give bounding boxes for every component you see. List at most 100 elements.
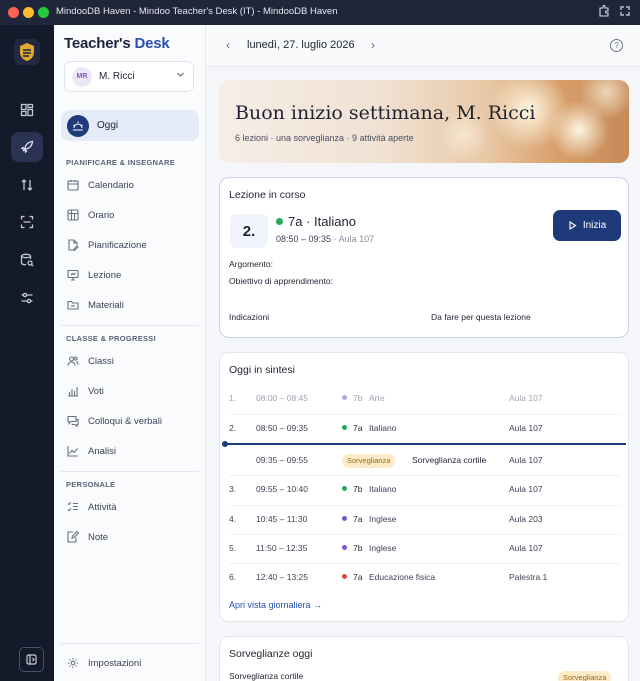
row-class: 7a [342, 505, 362, 534]
sidebar-item-planning[interactable]: Pianificazione [66, 235, 147, 255]
sidebar-item-analysis[interactable]: Analisi [66, 441, 116, 461]
supervision-card: Sorveglianze oggi Sorveglianza cortile S… [219, 636, 629, 681]
window-title: MindooDB Haven - Mindoo Teacher's Desk (… [56, 6, 338, 17]
sidebar-item-label: Voti [88, 385, 104, 397]
sidebar-item-label: Lezione [88, 269, 122, 281]
schedule-row[interactable]: 1. 08:00 – 08:45 7b Arte Aula 107 [220, 384, 630, 413]
sidebar-item-classes[interactable]: Classi [66, 351, 114, 371]
schedule-row[interactable]: 4. 10:45 – 11:30 7a Inglese Aula 203 [220, 505, 630, 534]
row-time: 10:45 – 11:30 [256, 514, 308, 524]
row-number: 2. [229, 423, 237, 433]
divider [229, 534, 621, 535]
start-lesson-button[interactable]: Inizia [553, 210, 621, 241]
minimize-window-button[interactable] [23, 7, 34, 18]
row-room: Palestra 1 [509, 572, 548, 582]
row-subject: Inglese [369, 543, 397, 553]
sidebar-item-label: Note [88, 531, 109, 543]
help-icon[interactable]: ? [610, 39, 623, 52]
expand-icon[interactable] [618, 5, 632, 19]
sidebar-item-tasks[interactable]: Attività [66, 497, 117, 517]
sidebar: Teacher's Desk MR M. Ricci Oggi PIANIFIC… [54, 25, 206, 681]
row-room: Aula 107 [509, 455, 543, 465]
section-heading-class: CLASSE & PROGRESSI [66, 334, 156, 343]
subject-color-dot [342, 545, 347, 550]
database-search-icon[interactable] [11, 245, 43, 275]
row-subject: Sorveglianza cortile [412, 455, 487, 465]
open-day-view-link[interactable]: Apri vista giornaliera → [229, 600, 322, 610]
previous-day-button[interactable]: ‹ [226, 38, 230, 52]
close-window-button[interactable] [8, 7, 19, 18]
sidebar-item-meetings[interactable]: Colloqui & verbali [66, 411, 162, 431]
zoom-window-button[interactable] [38, 7, 49, 18]
row-subject: Arte [369, 393, 385, 403]
sidebar-item-materials[interactable]: Materiali [66, 295, 124, 315]
row-room: Aula 107 [509, 423, 543, 433]
schedule-row[interactable]: 2. 08:50 – 09:35 7a Italiano Aula 107 [220, 414, 630, 443]
todo-label: Da fare per questa lezione [431, 312, 531, 322]
subject-color-dot [342, 395, 347, 400]
sidebar-item-grades[interactable]: Voti [66, 381, 104, 401]
schedule-row[interactable]: 6. 12:40 – 13:25 7a Educazione fisica Palest… [220, 563, 630, 592]
subject-color-dot [342, 574, 347, 579]
sidebar-item-calendar[interactable]: Calendario [66, 175, 134, 195]
play-icon [569, 221, 577, 230]
row-subject: Educazione fisica [369, 572, 436, 582]
avatar: MR [72, 66, 92, 87]
today-summary-card: Oggi in sintesi 1. 08:00 – 08:45 7b Arte Aul… [219, 352, 629, 622]
row-number: 3. [229, 484, 237, 494]
sync-arrows-icon[interactable] [11, 170, 43, 200]
sidebar-item-lesson[interactable]: Lezione [66, 265, 121, 285]
lesson-time: 08:50 – 09:35 · Aula 107 [276, 234, 375, 244]
note-pen-icon [66, 530, 80, 544]
sidebar-item-timetable[interactable]: Orario [66, 205, 114, 225]
sliders-icon[interactable] [11, 283, 43, 313]
document-pen-icon [66, 238, 80, 252]
sidebar-item-label: Colloqui & verbali [88, 415, 162, 427]
scan-icon[interactable] [11, 207, 43, 237]
row-class: 7a [342, 563, 362, 592]
supervision-item: Sorveglianza cortile [229, 671, 304, 681]
dashboard-icon[interactable] [11, 95, 43, 125]
chat-icon [66, 414, 80, 428]
sidebar-item-settings[interactable]: Impostazioni [66, 653, 141, 673]
folder-icon [66, 298, 80, 312]
current-time-line [224, 443, 626, 445]
divider [61, 471, 199, 472]
row-subject: Inglese [369, 514, 397, 524]
objective-label: Obiettivo di apprendimento: [229, 276, 333, 286]
row-number: 6. [229, 572, 237, 582]
current-date: lunedì, 27. luglio 2026 [247, 39, 355, 51]
app-logo [14, 39, 40, 65]
greeting-title: Buon inizio settimana, M. Ricci [235, 102, 536, 124]
schedule-row[interactable]: 5. 11:50 – 12:35 7b Inglese Aula 107 [220, 534, 630, 563]
row-room: Aula 107 [509, 484, 543, 494]
hero-banner: Buon inizio settimana, M. Ricci 6 lezion… [219, 80, 629, 163]
gear-icon [66, 656, 80, 670]
row-subject: Italiano [369, 423, 397, 433]
rocket-icon[interactable] [11, 132, 43, 162]
sidebar-item-label: Classi [88, 355, 114, 367]
sidebar-item-label: Attività [88, 501, 117, 513]
presentation-icon [66, 268, 80, 282]
puzzle-icon[interactable] [597, 4, 611, 19]
user-name: M. Ricci [99, 71, 135, 82]
sunrise-icon [67, 114, 89, 137]
next-day-button[interactable]: › [371, 38, 375, 52]
people-icon [66, 354, 80, 368]
notes-label: Indicazioni [229, 312, 270, 322]
sidebar-item-label: Oggi [97, 120, 119, 131]
schedule-row[interactable]: 3. 09:55 – 10:40 7b Italiano Aula 107 [220, 475, 630, 504]
calendar-icon [66, 178, 80, 192]
card-title: Oggi in sintesi [229, 364, 295, 376]
user-selector[interactable]: MR M. Ricci [64, 61, 194, 92]
toggle-sidebar-button[interactable] [19, 647, 44, 672]
sidebar-item-today[interactable]: Oggi [61, 110, 199, 141]
sidebar-item-notes[interactable]: Note [66, 527, 108, 547]
grid-icon [66, 208, 80, 222]
main-content: ‹ lunedì, 27. luglio 2026 › ? Buon inizi… [206, 25, 640, 681]
row-time: 08:50 – 09:35 [256, 423, 308, 433]
row-time: 11:50 – 12:35 [256, 543, 308, 553]
row-class: 7b [342, 475, 362, 504]
schedule-row[interactable]: 09:35 – 09:55 Sorveglianza Sorveglianza co… [220, 446, 630, 475]
row-time: 09:35 – 09:55 [256, 455, 308, 465]
